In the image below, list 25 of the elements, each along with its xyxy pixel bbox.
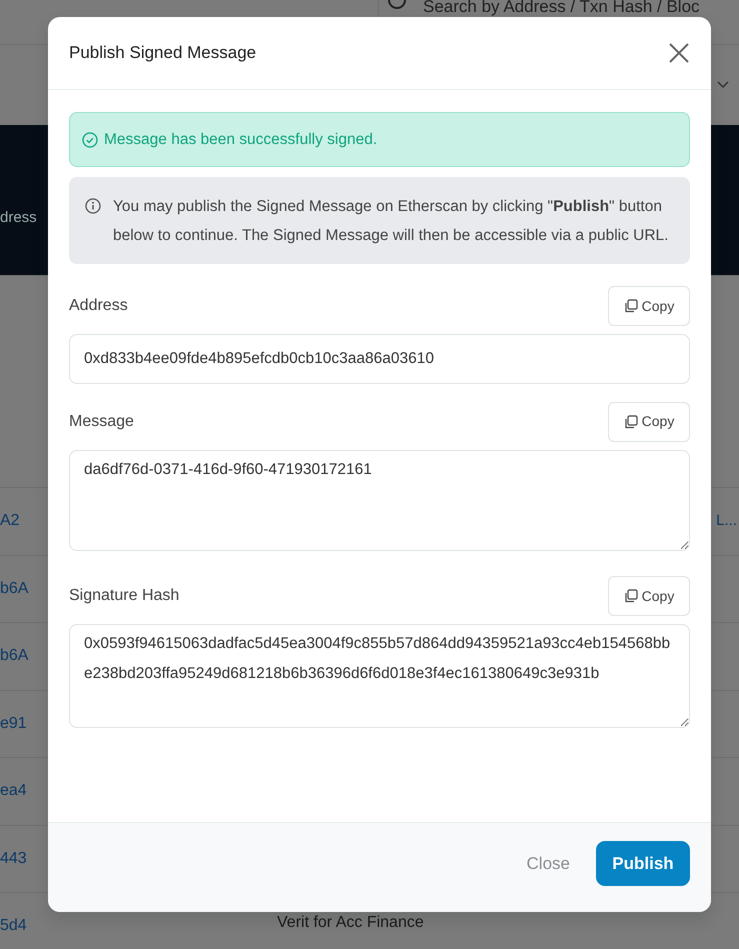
modal-title: Publish Signed Message bbox=[69, 42, 256, 64]
copy-icon bbox=[624, 299, 638, 314]
check-circle-icon bbox=[82, 132, 98, 148]
signature-field[interactable]: 0x0593f94615063dadfac5d45ea3004f9c855b57d864dd94359521a93cc4eb154568bbe238bd203ffa95249d681218b6b36396d6f6d018e3f4ec161380649c3e931b bbox=[69, 624, 690, 728]
publish-button[interactable]: Publish bbox=[596, 841, 690, 886]
field-label: Address bbox=[69, 296, 128, 316]
copy-icon bbox=[624, 414, 638, 428]
link-text[interactable]: L... bbox=[716, 510, 737, 532]
close-button[interactable] bbox=[667, 41, 691, 65]
copy-button[interactable]: Copy bbox=[608, 576, 690, 616]
success-message: Message has been successfully signed. bbox=[104, 130, 378, 150]
address-field[interactable]: 0xd833b4ee09fde4b895efcdb0cb10c3aa86a03610 bbox=[69, 334, 690, 384]
copy-button[interactable]: Copy bbox=[608, 286, 690, 326]
copy-icon bbox=[624, 589, 638, 603]
message-field[interactable]: da6df76d-0371-416d-9f60-471930172161 bbox=[69, 450, 690, 550]
field-label: Message bbox=[69, 412, 134, 432]
field-label: Signature Hash bbox=[69, 586, 180, 606]
info-icon bbox=[85, 198, 101, 214]
name-text: Verit for Acc Finance bbox=[277, 913, 424, 933]
close-button[interactable]: Close bbox=[512, 844, 584, 882]
copy-button[interactable]: Copy bbox=[608, 402, 690, 442]
address-link[interactable]: 5d4 bbox=[0, 914, 60, 938]
chevron-down-icon[interactable] bbox=[717, 81, 729, 89]
hero-text: dress bbox=[0, 208, 37, 228]
info-message: You may publish the Signed Message on Etherscan by clicking "Publish" button below to continue. The Signed Message will then be accessible via a public URL. bbox=[113, 197, 670, 246]
